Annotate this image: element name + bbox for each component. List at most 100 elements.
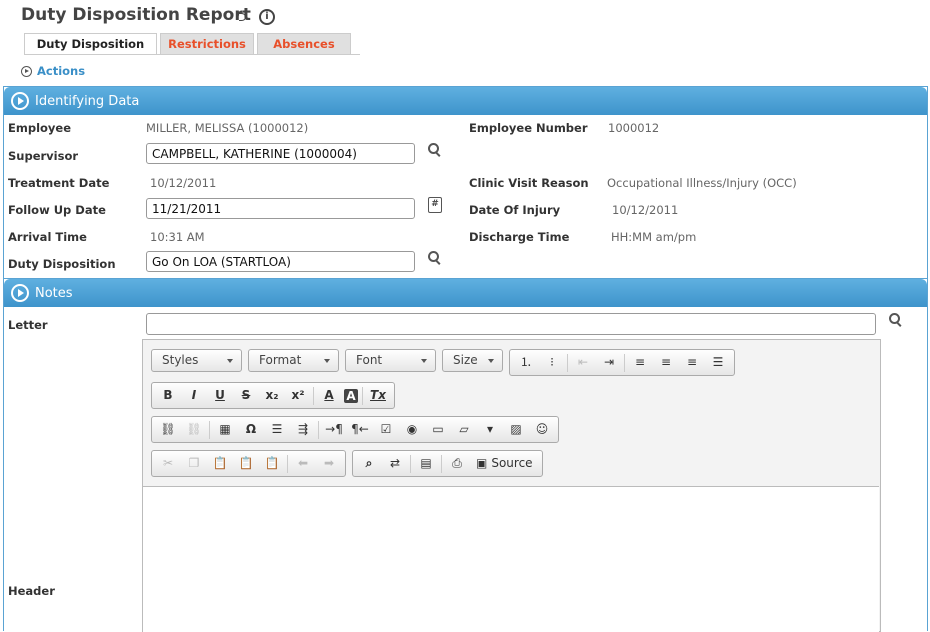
toolbar-separator — [313, 386, 314, 405]
source-label: Source — [491, 456, 533, 470]
tab-restrictions[interactable]: Restrictions — [160, 33, 254, 55]
source-button[interactable]: ▣ Source — [472, 453, 537, 474]
size-dropdown[interactable]: Size — [442, 349, 503, 372]
cut-icon[interactable]: ✂ — [157, 453, 179, 474]
align-center-icon[interactable]: ≡ — [655, 352, 677, 373]
text-color-icon[interactable]: A — [318, 385, 340, 406]
unlink-icon[interactable]: ⛓ — [183, 419, 205, 440]
chevron-down-icon — [227, 358, 233, 363]
superscript-icon[interactable]: x² — [287, 385, 309, 406]
italic-icon[interactable]: I — [183, 385, 205, 406]
toolbar-separator — [410, 454, 411, 473]
select-field-icon[interactable]: ▾ — [479, 419, 501, 440]
actions-link[interactable]: Actions — [21, 64, 85, 78]
replace-icon[interactable]: ⇄ — [384, 453, 406, 474]
bold-icon[interactable]: B — [157, 385, 179, 406]
letter-search-icon[interactable] — [889, 313, 900, 324]
toolbar-separator — [362, 386, 363, 405]
clinic-reason-label: Clinic Visit Reason — [469, 176, 589, 190]
copy-icon[interactable]: ❐ — [183, 453, 205, 474]
tab-duty-disposition[interactable]: Duty Disposition — [24, 33, 157, 55]
paste-word-icon[interactable]: 📋 — [261, 453, 283, 474]
align-justify-icon[interactable]: ☰ — [707, 352, 729, 373]
align-left-icon[interactable]: ≡ — [629, 352, 651, 373]
toolbar-separator — [624, 353, 625, 372]
styles-label: Styles — [162, 353, 199, 367]
numbered-list-icon[interactable]: ⒈ — [515, 352, 537, 373]
treatment-date-value: 10/12/2011 — [150, 176, 217, 190]
ltr-paragraph-icon[interactable]: →¶ — [323, 419, 345, 440]
styles-dropdown[interactable]: Styles — [151, 349, 242, 372]
radio-button-icon[interactable]: ◉ — [401, 419, 423, 440]
link-icon[interactable]: ⛓ — [157, 419, 179, 440]
textarea-icon[interactable]: ▱ — [453, 419, 475, 440]
subscript-icon[interactable]: x₂ — [261, 385, 283, 406]
checkbox-icon[interactable]: ☑ — [375, 419, 397, 440]
special-character-icon[interactable]: Ω — [240, 419, 262, 440]
outdent-icon[interactable]: ⇤ — [572, 352, 594, 373]
select-all-icon[interactable]: ▤ — [415, 453, 437, 474]
discharge-time-label: Discharge Time — [469, 230, 570, 244]
image-icon[interactable]: ▨ — [505, 419, 527, 440]
calendar-icon[interactable]: # — [428, 197, 442, 213]
paste-text-icon[interactable]: 📋 — [235, 453, 257, 474]
preview-icon[interactable]: ⎙ — [446, 453, 468, 474]
strikethrough-icon[interactable]: S — [235, 385, 257, 406]
notes-title: Notes — [35, 285, 73, 301]
identifying-data-title: Identifying Data — [35, 93, 140, 109]
editor-content-area[interactable] — [143, 486, 879, 632]
follow-up-date-input[interactable]: 11/21/2011 — [146, 198, 415, 219]
table-icon[interactable]: ▦ — [214, 419, 236, 440]
chevron-down-icon — [421, 358, 427, 363]
actions-label: Actions — [37, 64, 86, 78]
rtl-paragraph-icon[interactable]: ¶← — [349, 419, 371, 440]
horizontal-line-icon[interactable]: ☰ — [266, 419, 288, 440]
tab-absences[interactable]: Absences — [257, 33, 351, 55]
toolbar-separator — [287, 454, 288, 473]
page-break-icon[interactable]: ⇶ — [292, 419, 314, 440]
font-dropdown[interactable]: Font — [345, 349, 436, 372]
toolbar-separator — [567, 353, 568, 372]
duty-disposition-search-icon[interactable] — [428, 251, 439, 262]
paste-icon[interactable]: 📋 — [209, 453, 231, 474]
chevron-down-icon — [488, 358, 494, 363]
header-label: Header — [8, 584, 55, 598]
expand-circle-icon — [11, 284, 29, 302]
employee-value: MILLER, MELISSA (1000012) — [146, 121, 309, 135]
clinic-reason-value: Occupational Illness/Injury (OCC) — [607, 176, 797, 190]
smiley-icon[interactable]: ☺ — [531, 419, 553, 440]
indent-icon[interactable]: ⇥ — [598, 352, 620, 373]
toolbar-separator — [209, 420, 210, 439]
undo-icon[interactable]: ⬅ — [292, 453, 314, 474]
remove-format-icon[interactable]: Tx — [367, 385, 389, 406]
format-label: Format — [259, 353, 302, 367]
duty-disposition-input[interactable]: Go On LOA (STARTLOA) — [146, 251, 415, 272]
tab-divider — [24, 54, 360, 55]
letter-label: Letter — [8, 318, 48, 332]
align-right-icon[interactable]: ≡ — [681, 352, 703, 373]
identifying-data-header[interactable]: Identifying Data — [4, 87, 927, 115]
follow-up-date-label: Follow Up Date — [8, 203, 106, 217]
bulleted-list-icon[interactable]: ⁝ — [541, 352, 563, 373]
find-icon[interactable]: ⌕ — [358, 453, 380, 474]
text-field-icon[interactable]: ▭ — [427, 419, 449, 440]
rich-text-editor: Styles Format Font Size ⒈ ⁝ ⇤ ⇥ ≡ ≡ ≡ ☰ … — [142, 339, 881, 632]
supervisor-search-icon[interactable] — [428, 143, 439, 154]
redo-icon[interactable]: ➡ — [318, 453, 340, 474]
supervisor-input[interactable]: CAMPBELL, KATHERINE (1000004) — [146, 143, 415, 164]
discharge-time-value: HH:MM am/pm — [611, 230, 697, 244]
background-color-icon[interactable]: A — [344, 388, 358, 403]
employee-label: Employee — [8, 121, 72, 135]
format-dropdown[interactable]: Format — [248, 349, 339, 372]
underline-icon[interactable]: U — [209, 385, 231, 406]
back-icon[interactable]: ⮌ — [232, 8, 250, 26]
date-of-injury-value: 10/12/2011 — [612, 203, 679, 217]
info-icon[interactable]: i — [259, 9, 275, 25]
toolbar-separator — [318, 420, 319, 439]
toolbar-separator — [441, 454, 442, 473]
source-icon: ▣ — [476, 456, 488, 470]
notes-header[interactable]: Notes — [4, 279, 927, 307]
treatment-date-label: Treatment Date — [8, 176, 110, 190]
letter-input[interactable] — [146, 313, 876, 335]
font-label: Font — [356, 353, 383, 367]
